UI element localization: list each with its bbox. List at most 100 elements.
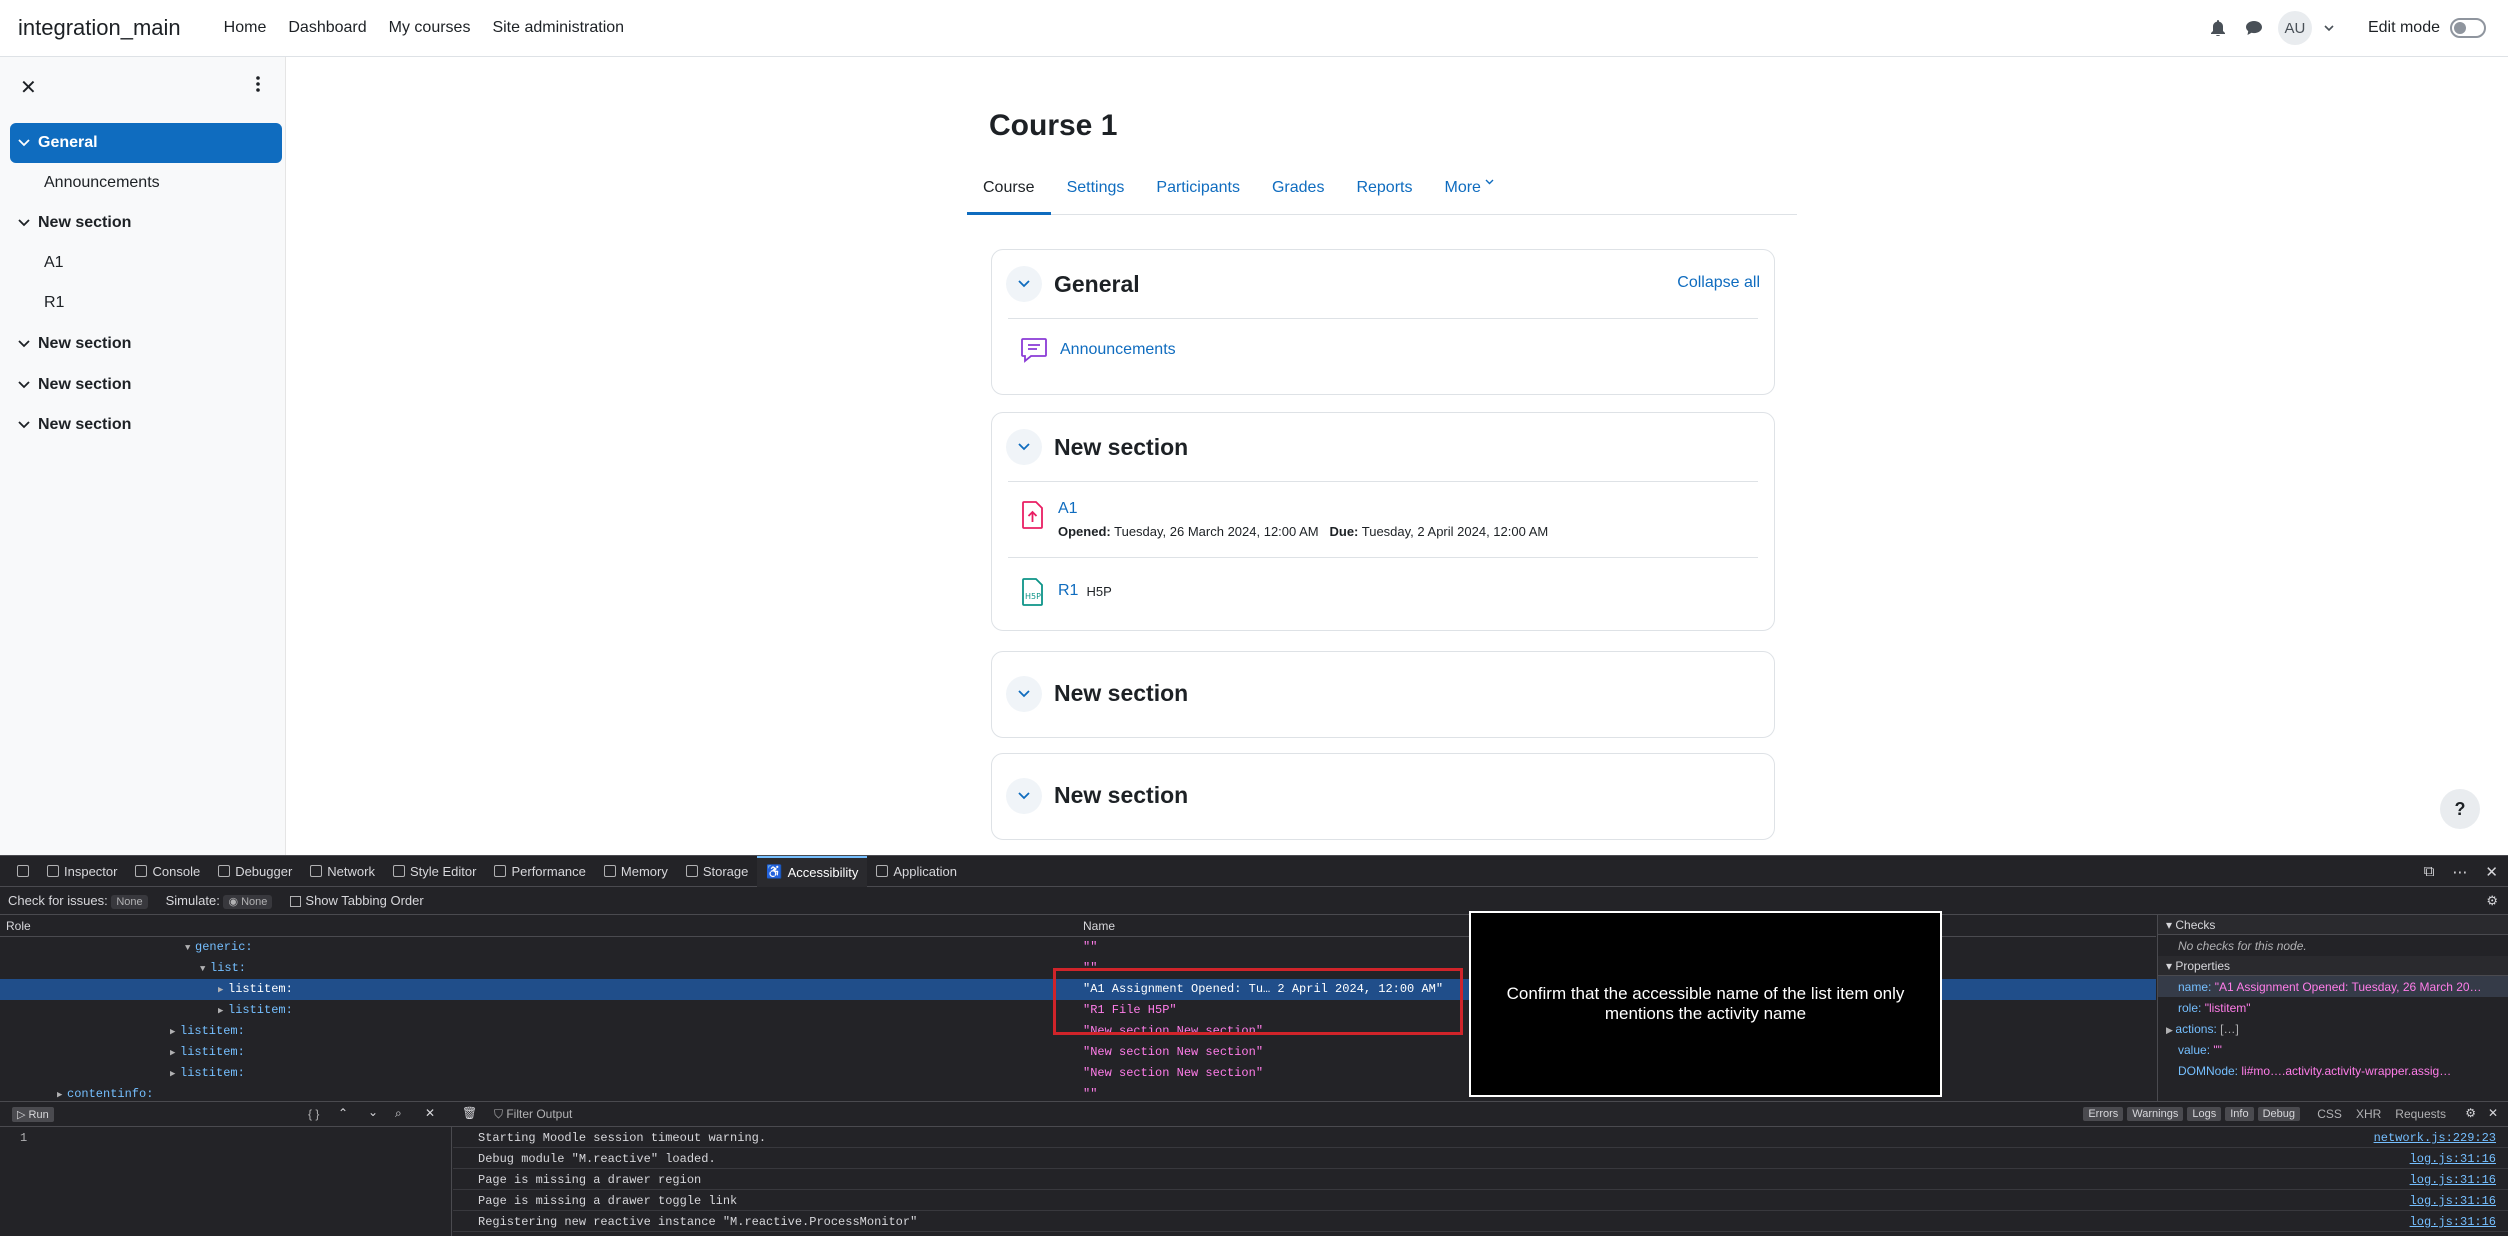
nav-dashboard[interactable]: Dashboard [277, 19, 377, 37]
filter-xhr[interactable]: XHR [2356, 1107, 2381, 1121]
check-issues-select[interactable]: None [111, 895, 148, 909]
course-index-label: Announcements [44, 174, 160, 191]
chat-bubble-icon[interactable] [2242, 16, 2266, 40]
gear-icon[interactable]: ⚙ [2465, 1106, 2476, 1120]
property-row[interactable]: value: "" [2158, 1039, 2508, 1060]
trash-icon[interactable]: 🗑 [462, 1106, 477, 1120]
activity-link[interactable]: A1 [1058, 500, 1548, 518]
collapse-all-link[interactable]: Collapse all [1677, 274, 1760, 292]
filter-debug[interactable]: Debug [2257, 1107, 2300, 1121]
tab-settings[interactable]: Settings [1051, 165, 1141, 215]
nav-home[interactable]: Home [213, 19, 278, 37]
property-row[interactable]: ▶ actions: […] [2158, 1018, 2508, 1039]
section-title[interactable]: General [1054, 271, 1140, 298]
tab-accessibility[interactable]: ♿ Accessibility [757, 855, 868, 887]
tab-style-editor[interactable]: Style Editor [384, 856, 485, 887]
log-message: Page is missing a drawer region [478, 1173, 702, 1187]
chevron-down-icon[interactable] [10, 381, 38, 389]
filter-css[interactable]: CSS [2317, 1107, 2342, 1121]
gear-icon[interactable]: ⚙ [2486, 893, 2498, 909]
overflow-menu-icon[interactable]: ⋯ [2452, 863, 2467, 881]
application-icon [876, 865, 889, 877]
filter-input[interactable]: ⛉ Filter Output [494, 1107, 572, 1122]
log-source-link[interactable]: log.js:31:16 [2410, 1215, 2496, 1229]
property-row[interactable]: name: "A1 Assignment Opened: Tuesday, 26… [2158, 976, 2508, 997]
section-title[interactable]: New section [1054, 434, 1188, 461]
tab-network[interactable]: Network [301, 856, 384, 887]
check-issues-label: Check for issues: [8, 893, 108, 908]
tab-participants[interactable]: Participants [1140, 165, 1256, 215]
site-brand[interactable]: integration_main [18, 15, 181, 41]
chevron-down-icon[interactable] [10, 340, 38, 348]
course-index-section[interactable]: New section [10, 324, 282, 364]
property-row[interactable]: role: "listitem" [2158, 997, 2508, 1018]
tab-storage[interactable]: Storage [677, 856, 758, 887]
log-level-filters: Errors Warnings Logs Info Debug [2083, 1107, 2300, 1121]
property-value: "A1 Assignment Opened: Tuesday, 26 March… [2214, 980, 2482, 994]
chevron-down-icon[interactable] [10, 421, 38, 429]
tab-grades[interactable]: Grades [1256, 165, 1340, 215]
log-source-link[interactable]: log.js:31:16 [2410, 1194, 2496, 1208]
kebab-menu-icon[interactable] [255, 74, 261, 99]
chevron-down-icon[interactable] [2324, 19, 2334, 37]
activity-link[interactable]: R1 [1058, 582, 1078, 600]
close-icon[interactable]: ✕ [20, 75, 37, 100]
bell-icon[interactable] [2206, 16, 2230, 40]
course-index-section[interactable]: New section [10, 365, 282, 405]
chevron-down-icon[interactable] [10, 139, 38, 147]
close-icon[interactable]: ✕ [425, 1106, 435, 1120]
course-index-section[interactable]: New section [10, 405, 282, 445]
course-index-section-general[interactable]: General [10, 123, 282, 163]
filter-errors[interactable]: Errors [2083, 1107, 2124, 1121]
section-title[interactable]: New section [1054, 782, 1188, 809]
log-source-link[interactable]: network.js:229:23 [2374, 1131, 2496, 1145]
properties-header[interactable]: ▾ Properties [2158, 956, 2508, 976]
search-icon[interactable]: ⌕ [395, 1106, 402, 1121]
tab-console[interactable]: Console [126, 856, 209, 887]
close-icon[interactable]: ✕ [2485, 863, 2498, 881]
tab-course[interactable]: Course [967, 165, 1051, 215]
filter-warnings[interactable]: Warnings [2127, 1107, 2184, 1121]
chevron-down-icon[interactable] [10, 219, 38, 227]
tab-debugger[interactable]: Debugger [209, 856, 301, 887]
close-icon[interactable]: ✕ [2488, 1106, 2498, 1120]
dock-icon[interactable]: ⧉ [2424, 863, 2435, 881]
simulate-select[interactable]: ◉ None [223, 895, 273, 909]
tab-performance[interactable]: Performance [485, 856, 594, 887]
user-avatar[interactable]: AU [2277, 11, 2312, 45]
filter-logs[interactable]: Logs [2187, 1107, 2222, 1121]
activity-link[interactable]: Announcements [1060, 341, 1176, 359]
show-tabbing-order-checkbox[interactable]: Show Tabbing Order [290, 893, 424, 908]
property-row[interactable]: DOMNode: li#mo….activity.activity-wrappe… [2158, 1060, 2508, 1081]
log-source-link[interactable]: log.js:31:16 [2410, 1152, 2496, 1166]
course-index-activity-a1[interactable]: A1 [10, 243, 282, 283]
edit-mode-toggle[interactable] [2450, 18, 2486, 38]
course-index-activity-r1[interactable]: R1 [10, 283, 282, 323]
course-index-section[interactable]: New section [10, 203, 282, 243]
chevron-down-icon[interactable] [1006, 266, 1042, 302]
chevron-down-icon[interactable] [1006, 777, 1042, 814]
tab-inspector[interactable]: Inspector [38, 856, 126, 887]
tab-memory[interactable]: Memory [595, 856, 677, 887]
run-button[interactable]: ▷ Run [12, 1107, 54, 1122]
checks-header[interactable]: ▾ Checks [2158, 915, 2508, 935]
filter-info[interactable]: Info [2225, 1107, 2254, 1121]
tab-more[interactable]: More [1428, 165, 1509, 215]
chevron-down-icon[interactable] [1006, 429, 1042, 465]
nav-site-administration[interactable]: Site administration [481, 19, 635, 37]
tab-application[interactable]: Application [867, 856, 966, 887]
element-picker-icon[interactable] [8, 856, 38, 887]
help-button[interactable]: ? [2440, 789, 2480, 829]
nav-my-courses[interactable]: My courses [378, 19, 482, 37]
course-index-activity-announcements[interactable]: Announcements [10, 163, 282, 203]
log-source-link[interactable]: log.js:31:16 [2410, 1173, 2496, 1187]
tab-reports[interactable]: Reports [1340, 165, 1428, 215]
pretty-print-icon[interactable]: { } [308, 1107, 319, 1121]
chevron-up-icon[interactable]: ⌃ [338, 1106, 348, 1120]
chevron-down-icon[interactable]: ⌄ [368, 1105, 378, 1119]
chevron-down-icon[interactable] [1006, 675, 1042, 712]
activity-dates: Opened: Tuesday, 26 March 2024, 12:00 AM… [1058, 524, 1548, 539]
console-editor[interactable]: 1 [0, 1127, 452, 1236]
filter-requests[interactable]: Requests [2395, 1107, 2446, 1121]
section-title[interactable]: New section [1054, 680, 1188, 707]
